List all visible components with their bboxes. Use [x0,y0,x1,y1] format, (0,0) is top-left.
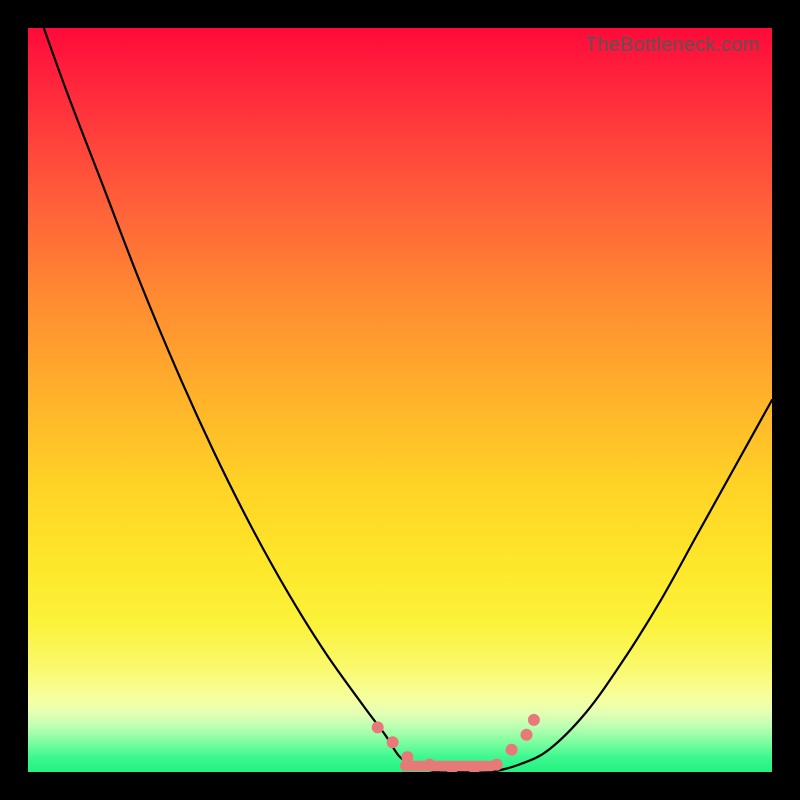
marker-dot [506,744,518,756]
marker-dot [424,759,436,771]
marker-dot [401,751,413,763]
marker-dot [528,714,540,726]
chart-frame: TheBottleneck.com [0,0,800,800]
plot-area: TheBottleneck.com [28,28,772,772]
marker-dot [521,729,533,741]
curve-layer [28,28,772,772]
bottleneck-curve [28,28,772,772]
marker-dot [372,721,384,733]
marker-dot [491,759,503,771]
marker-dot [387,736,399,748]
